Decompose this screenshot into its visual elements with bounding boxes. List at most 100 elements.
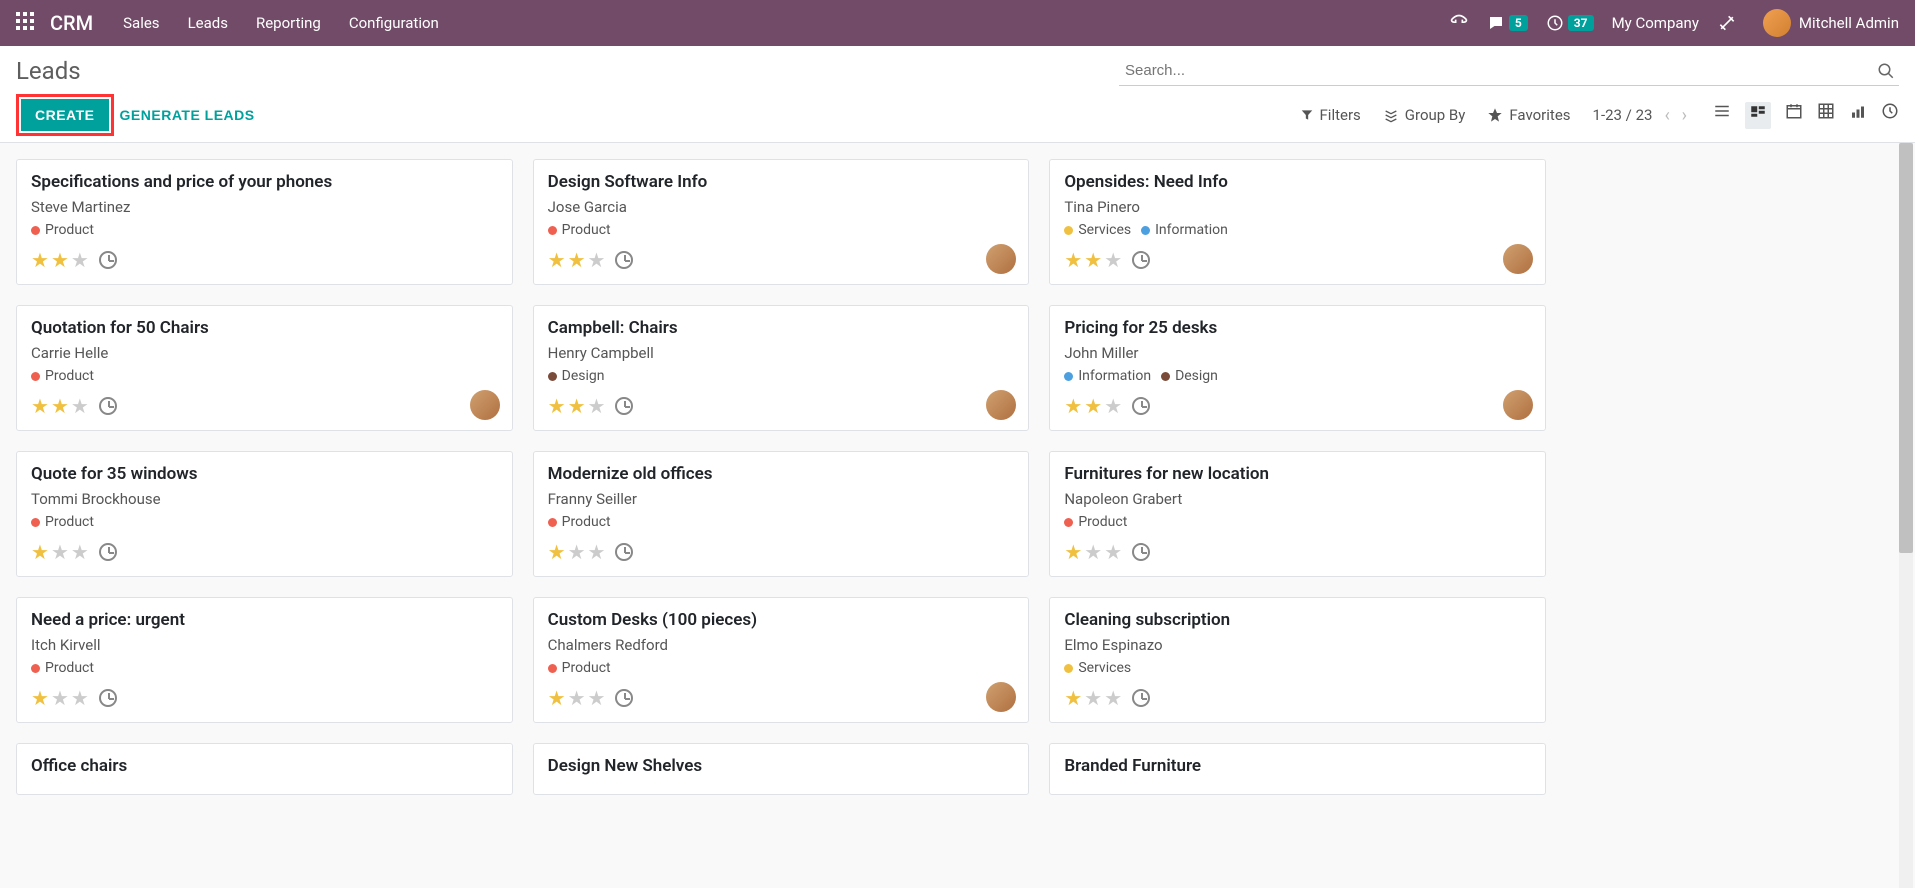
priority-stars[interactable]: ★★★ bbox=[31, 686, 89, 710]
star-icon[interactable]: ★ bbox=[588, 394, 606, 418]
assignee-avatar[interactable] bbox=[470, 390, 500, 420]
priority-stars[interactable]: ★★★ bbox=[1064, 394, 1122, 418]
create-button[interactable]: CREATE bbox=[21, 99, 109, 131]
kanban-card[interactable]: Campbell: ChairsHenry CampbellDesign★★★ bbox=[533, 305, 1030, 431]
star-icon[interactable]: ★ bbox=[548, 540, 566, 564]
view-graph-icon[interactable] bbox=[1849, 102, 1867, 129]
messaging-icon[interactable]: 5 bbox=[1487, 14, 1528, 32]
star-icon[interactable]: ★ bbox=[568, 686, 586, 710]
star-icon[interactable]: ★ bbox=[31, 394, 49, 418]
priority-stars[interactable]: ★★★ bbox=[1064, 686, 1122, 710]
scrollbar-thumb[interactable] bbox=[1899, 143, 1913, 553]
menu-configuration[interactable]: Configuration bbox=[349, 14, 439, 32]
favorites-button[interactable]: Favorites bbox=[1487, 106, 1570, 124]
kanban-card[interactable]: Specifications and price of your phonesS… bbox=[16, 159, 513, 285]
star-icon[interactable]: ★ bbox=[71, 540, 89, 564]
activity-clock-icon[interactable] bbox=[99, 689, 117, 707]
activity-clock-icon[interactable] bbox=[615, 689, 633, 707]
assignee-avatar[interactable] bbox=[1503, 390, 1533, 420]
pager-prev-icon[interactable]: ‹ bbox=[1664, 105, 1669, 126]
star-icon[interactable]: ★ bbox=[1104, 686, 1122, 710]
priority-stars[interactable]: ★★★ bbox=[31, 394, 89, 418]
priority-stars[interactable]: ★★★ bbox=[31, 248, 89, 272]
star-icon[interactable]: ★ bbox=[31, 686, 49, 710]
star-icon[interactable]: ★ bbox=[1084, 686, 1102, 710]
star-icon[interactable]: ★ bbox=[1084, 248, 1102, 272]
kanban-card[interactable]: Office chairs bbox=[16, 743, 513, 795]
menu-reporting[interactable]: Reporting bbox=[256, 14, 321, 32]
activity-clock-icon[interactable] bbox=[99, 397, 117, 415]
priority-stars[interactable]: ★★★ bbox=[548, 540, 606, 564]
star-icon[interactable]: ★ bbox=[1064, 686, 1082, 710]
search-bar[interactable] bbox=[1119, 56, 1899, 86]
star-icon[interactable]: ★ bbox=[51, 394, 69, 418]
activity-clock-icon[interactable] bbox=[1132, 543, 1150, 561]
star-icon[interactable]: ★ bbox=[548, 686, 566, 710]
priority-stars[interactable]: ★★★ bbox=[548, 394, 606, 418]
priority-stars[interactable]: ★★★ bbox=[548, 686, 606, 710]
kanban-card[interactable]: Cleaning subscriptionElmo EspinazoServic… bbox=[1049, 597, 1546, 723]
star-icon[interactable]: ★ bbox=[588, 686, 606, 710]
activity-clock-icon[interactable] bbox=[1132, 689, 1150, 707]
view-calendar-icon[interactable] bbox=[1785, 102, 1803, 129]
star-icon[interactable]: ★ bbox=[588, 248, 606, 272]
star-icon[interactable]: ★ bbox=[51, 686, 69, 710]
star-icon[interactable]: ★ bbox=[31, 248, 49, 272]
star-icon[interactable]: ★ bbox=[1064, 540, 1082, 564]
kanban-card[interactable]: Design Software InfoJose GarciaProduct★★… bbox=[533, 159, 1030, 285]
star-icon[interactable]: ★ bbox=[568, 394, 586, 418]
star-icon[interactable]: ★ bbox=[1084, 540, 1102, 564]
star-icon[interactable]: ★ bbox=[548, 394, 566, 418]
menu-sales[interactable]: Sales bbox=[123, 14, 159, 32]
menu-leads[interactable]: Leads bbox=[188, 14, 228, 32]
star-icon[interactable]: ★ bbox=[588, 540, 606, 564]
view-kanban-icon[interactable] bbox=[1745, 102, 1771, 129]
kanban-card[interactable]: Opensides: Need InfoTina PineroServicesI… bbox=[1049, 159, 1546, 285]
activity-clock-icon[interactable] bbox=[615, 251, 633, 269]
assignee-avatar[interactable] bbox=[1503, 244, 1533, 274]
kanban-card[interactable]: Modernize old officesFranny SeillerProdu… bbox=[533, 451, 1030, 577]
pager-text[interactable]: 1-23 / 23 bbox=[1593, 106, 1653, 124]
activity-clock-icon[interactable] bbox=[1132, 251, 1150, 269]
star-icon[interactable]: ★ bbox=[71, 248, 89, 272]
kanban-card[interactable]: Need a price: urgentItch KirvellProduct★… bbox=[16, 597, 513, 723]
star-icon[interactable]: ★ bbox=[51, 540, 69, 564]
star-icon[interactable]: ★ bbox=[1084, 394, 1102, 418]
view-pivot-icon[interactable] bbox=[1817, 102, 1835, 129]
kanban-card[interactable]: Furnitures for new locationNapoleon Grab… bbox=[1049, 451, 1546, 577]
pager-next-icon[interactable]: › bbox=[1682, 105, 1687, 126]
activity-clock-icon[interactable] bbox=[99, 543, 117, 561]
star-icon[interactable]: ★ bbox=[1104, 248, 1122, 272]
filters-button[interactable]: Filters bbox=[1300, 106, 1361, 124]
priority-stars[interactable]: ★★★ bbox=[1064, 540, 1122, 564]
kanban-card[interactable]: Quotation for 50 ChairsCarrie HelleProdu… bbox=[16, 305, 513, 431]
priority-stars[interactable]: ★★★ bbox=[1064, 248, 1122, 272]
star-icon[interactable]: ★ bbox=[1064, 248, 1082, 272]
star-icon[interactable]: ★ bbox=[1104, 540, 1122, 564]
star-icon[interactable]: ★ bbox=[1064, 394, 1082, 418]
star-icon[interactable]: ★ bbox=[31, 540, 49, 564]
debug-icon[interactable] bbox=[1717, 13, 1737, 33]
activity-clock-icon[interactable] bbox=[99, 251, 117, 269]
search-input[interactable] bbox=[1119, 56, 1899, 85]
activity-icon[interactable]: 37 bbox=[1546, 14, 1594, 32]
generate-leads-button[interactable]: GENERATE LEADS bbox=[120, 107, 255, 123]
star-icon[interactable]: ★ bbox=[71, 686, 89, 710]
groupby-button[interactable]: Group By bbox=[1383, 106, 1466, 124]
company-switch[interactable]: My Company bbox=[1612, 14, 1699, 32]
star-icon[interactable]: ★ bbox=[548, 248, 566, 272]
star-icon[interactable]: ★ bbox=[1104, 394, 1122, 418]
star-icon[interactable]: ★ bbox=[51, 248, 69, 272]
kanban-card[interactable]: Pricing for 25 desksJohn MillerInformati… bbox=[1049, 305, 1546, 431]
view-list-icon[interactable] bbox=[1713, 102, 1731, 129]
kanban-card[interactable]: Design New Shelves bbox=[533, 743, 1030, 795]
activity-clock-icon[interactable] bbox=[1132, 397, 1150, 415]
kanban-card[interactable]: Custom Desks (100 pieces)Chalmers Redfor… bbox=[533, 597, 1030, 723]
kanban-card[interactable]: Branded Furniture bbox=[1049, 743, 1546, 795]
star-icon[interactable]: ★ bbox=[71, 394, 89, 418]
search-icon[interactable] bbox=[1877, 62, 1895, 84]
user-menu[interactable]: Mitchell Admin bbox=[1755, 9, 1899, 37]
activity-clock-icon[interactable] bbox=[615, 543, 633, 561]
apps-icon[interactable] bbox=[16, 12, 34, 35]
priority-stars[interactable]: ★★★ bbox=[31, 540, 89, 564]
